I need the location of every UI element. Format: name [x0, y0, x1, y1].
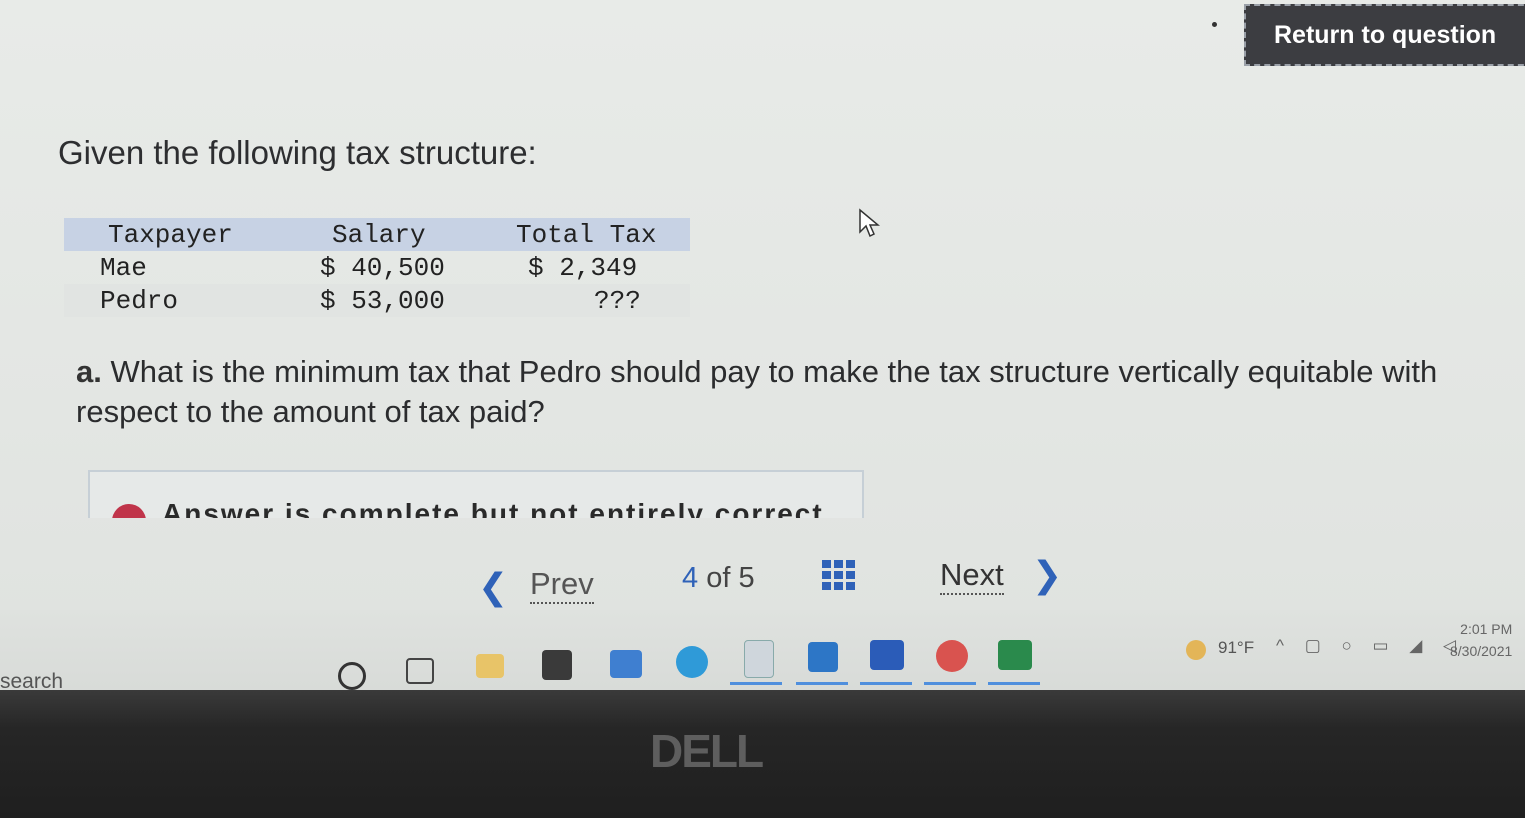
clock-time: 2:01 PM: [1460, 621, 1513, 637]
file-explorer-icon[interactable]: [476, 654, 504, 678]
dot-indicator: [1212, 22, 1217, 27]
system-tray-icons[interactable]: ^ ▢ ○ ▭ ◢ ◁: [1276, 636, 1464, 656]
cell-total-tax: ???: [594, 286, 641, 316]
header-salary: Salary: [332, 220, 426, 250]
clock[interactable]: 2:01 PM 8/30/2021: [1450, 618, 1512, 662]
active-app-indicator: [860, 682, 912, 685]
table-header-row: Taxpayer Salary Total Tax: [64, 218, 690, 251]
question-text: a. What is the minimum tax that Pedro sh…: [76, 352, 1456, 432]
calculator-icon[interactable]: [744, 640, 774, 678]
total-pages: 5: [738, 562, 755, 594]
question-navigation: ❮ Prev 4 of 5 Next ❯: [0, 552, 1525, 612]
question-prefix: a.: [76, 354, 102, 389]
chrome-icon[interactable]: [936, 640, 968, 672]
page-indicator: 4 of 5: [682, 562, 755, 595]
active-app-indicator: [924, 682, 976, 685]
grid-icon[interactable]: [822, 560, 856, 592]
cell-salary: $ 53,000: [320, 286, 445, 316]
excel-icon[interactable]: [998, 640, 1032, 670]
prev-button[interactable]: Prev: [530, 566, 594, 604]
answer-banner: Answer is complete but not entirely corr…: [88, 470, 864, 518]
chevron-right-icon[interactable]: ❯: [1032, 554, 1062, 596]
cortana-icon[interactable]: [338, 662, 366, 690]
chevron-left-icon[interactable]: ❮: [478, 566, 508, 608]
intro-text: Given the following tax structure:: [58, 134, 537, 171]
active-app-indicator: [988, 682, 1040, 685]
cell-total-tax: $ 2,349: [528, 253, 638, 283]
next-button[interactable]: Next: [940, 557, 1004, 595]
question-body: What is the minimum tax that Pedro shoul…: [76, 354, 1438, 429]
weather-icon: [1186, 640, 1206, 660]
error-icon: [112, 504, 146, 518]
return-to-question-button[interactable]: Return to question: [1244, 4, 1525, 66]
table-row: Mae $ 40,500 $ 2,349: [64, 251, 690, 284]
active-app-indicator: [730, 682, 782, 685]
cell-taxpayer: Mae: [100, 253, 147, 283]
mail-icon[interactable]: [610, 650, 642, 678]
table-row: Pedro $ 53,000 ???: [64, 284, 690, 317]
active-app-indicator: [796, 682, 848, 685]
edge-icon[interactable]: [676, 646, 708, 678]
screen: Return to question Given the following t…: [0, 0, 1525, 693]
store-icon[interactable]: [542, 650, 572, 680]
header-taxpayer: Taxpayer: [108, 220, 233, 250]
cell-salary: $ 40,500: [320, 253, 445, 283]
taskbar: search 91°F ^ ▢ ○ ▭ ◢ ◁ 2:01 PM 8/30/202…: [0, 610, 1525, 693]
cursor-arrow-icon: [859, 208, 880, 238]
photos-icon[interactable]: [808, 642, 838, 672]
header-total-tax: Total Tax: [516, 220, 657, 250]
word-icon[interactable]: [870, 640, 904, 670]
weather-temp[interactable]: 91°F: [1218, 638, 1254, 658]
task-view-icon[interactable]: [406, 658, 434, 684]
tax-table: Taxpayer Salary Total Tax Mae $ 40,500 $…: [64, 218, 690, 317]
page-of-label: of: [706, 562, 731, 594]
clock-date: 8/30/2021: [1450, 643, 1513, 659]
dell-logo: DELL: [650, 725, 764, 777]
monitor-bezel: DELL: [0, 690, 1525, 818]
cell-taxpayer: Pedro: [100, 286, 179, 316]
current-page: 4: [682, 562, 699, 594]
answer-banner-text: Answer is complete but not entirely corr…: [162, 498, 834, 518]
